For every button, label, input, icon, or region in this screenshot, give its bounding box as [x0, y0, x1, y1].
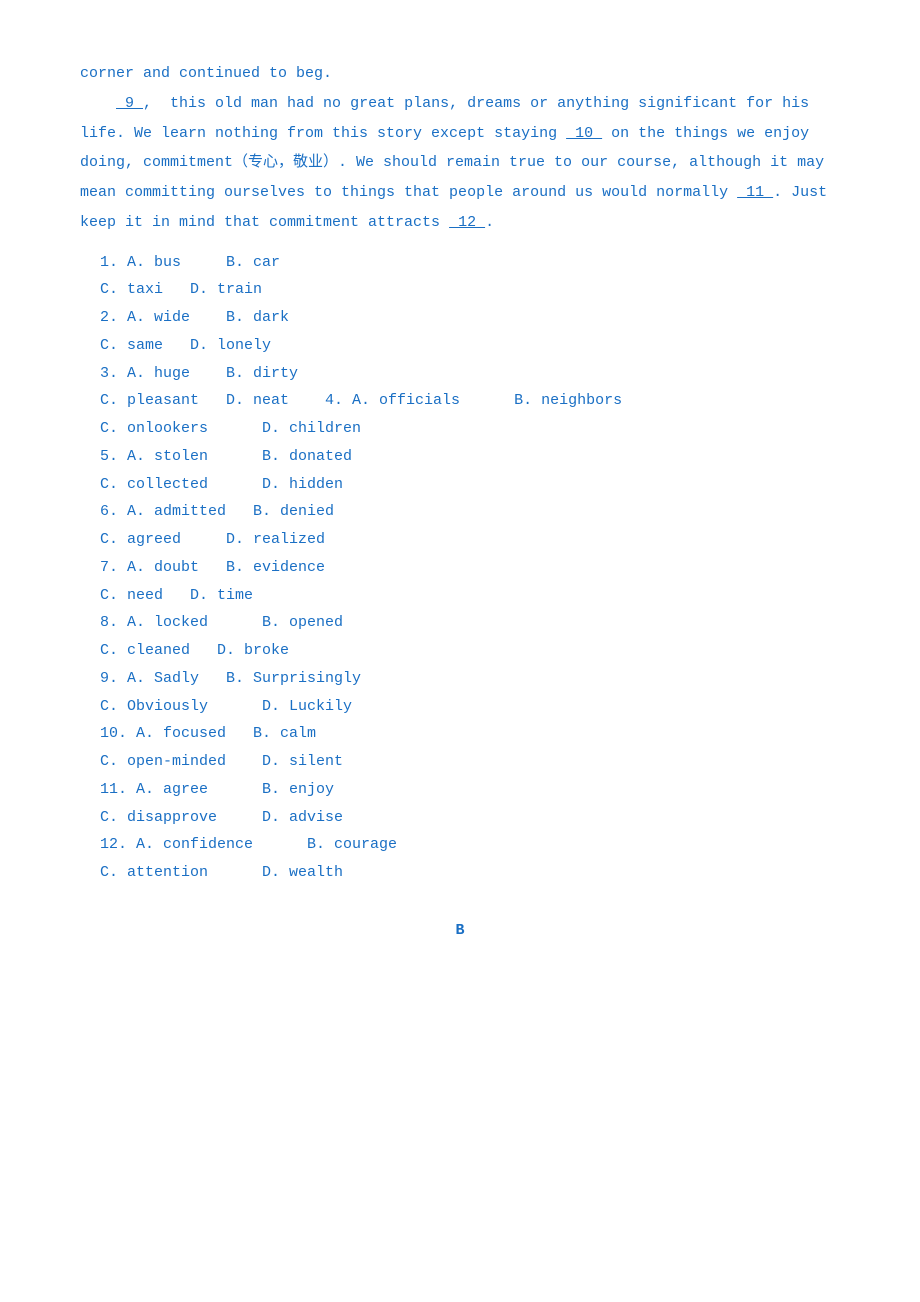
q9-cd: C. Obviously D. Luckily: [80, 693, 840, 721]
q3-cd-q4-ab-text: C. pleasant D. neat 4. A. officials B. n…: [100, 392, 622, 409]
q10-cd-text: C. open-minded D. silent: [100, 753, 343, 770]
q8-ab: 8. A. locked B. opened: [80, 609, 840, 637]
q11-ab-text: 11. A. agree B. enjoy: [100, 781, 334, 798]
page-marker: B: [80, 917, 840, 945]
intro-para1-1: 9 , this old man had no great plans, dre…: [80, 90, 840, 118]
q4-cd-text: C. onlookers D. children: [100, 420, 361, 437]
q6-ab-text: 6. A. admitted B. denied: [100, 503, 334, 520]
q3-ab: 3. A. huge B. dirty: [80, 360, 840, 388]
q12-ab-text: 12. A. confidence B. courage: [100, 836, 397, 853]
q3-cd-q4-ab: C. pleasant D. neat 4. A. officials B. n…: [80, 387, 840, 415]
q7-cd-text: C. need D. time: [100, 587, 253, 604]
q1-ab: 1. A. bus B. car: [80, 249, 840, 277]
content-area: corner and continued to beg. 9 , this ol…: [80, 60, 840, 945]
q1-cd-text: C. taxi D. train: [100, 281, 262, 298]
q10-ab: 10. A. focused B. calm: [80, 720, 840, 748]
intro-block: corner and continued to beg. 9 , this ol…: [80, 60, 840, 237]
q6-cd: C. agreed D. realized: [80, 526, 840, 554]
q2-cd: C. same D. lonely: [80, 332, 840, 360]
intro-para1-4: mean committing ourselves to things that…: [80, 179, 840, 207]
q11-ab: 11. A. agree B. enjoy: [80, 776, 840, 804]
q9-cd-text: C. Obviously D. Luckily: [100, 698, 352, 715]
q5-cd-text: C. collected D. hidden: [100, 476, 343, 493]
blank-11: 11: [737, 184, 773, 201]
q5-ab-text: 5. A. stolen B. donated: [100, 448, 352, 465]
q2-cd-text: C. same D. lonely: [100, 337, 271, 354]
intro-line1: corner and continued to beg.: [80, 60, 840, 88]
q3-ab-text: 3. A. huge B. dirty: [100, 365, 298, 382]
q6-ab: 6. A. admitted B. denied: [80, 498, 840, 526]
q10-cd: C. open-minded D. silent: [80, 748, 840, 776]
q8-cd-text: C. cleaned D. broke: [100, 642, 289, 659]
q12-cd: C. attention D. wealth: [80, 859, 840, 887]
q5-ab: 5. A. stolen B. donated: [80, 443, 840, 471]
q8-cd: C. cleaned D. broke: [80, 637, 840, 665]
q7-cd: C. need D. time: [80, 582, 840, 610]
q8-ab-text: 8. A. locked B. opened: [100, 614, 343, 631]
q12-ab: 12. A. confidence B. courage: [80, 831, 840, 859]
q7-ab-text: 7. A. doubt B. evidence: [100, 559, 325, 576]
q10-ab-text: 10. A. focused B. calm: [100, 725, 316, 742]
q4-cd: C. onlookers D. children: [80, 415, 840, 443]
q7-ab: 7. A. doubt B. evidence: [80, 554, 840, 582]
q1-num: 1. A. bus B. car: [100, 254, 280, 271]
blank-12: 12: [449, 214, 485, 231]
intro-para1-5: keep it in mind that commitment attracts…: [80, 209, 840, 237]
intro-para1-3: doing, commitment（专心，敬业）. We should rema…: [80, 149, 840, 177]
intro-para1-2: life. We learn nothing from this story e…: [80, 120, 840, 148]
q2-ab-text: 2. A. wide B. dark: [100, 309, 289, 326]
q6-cd-text: C. agreed D. realized: [100, 531, 325, 548]
blank-9: 9: [116, 95, 143, 112]
blank-10: 10: [566, 125, 602, 142]
q11-cd-text: C. disapprove D. advise: [100, 809, 343, 826]
q9-ab-text: 9. A. Sadly B. Surprisingly: [100, 670, 361, 687]
q1-cd: C. taxi D. train: [80, 276, 840, 304]
options-section: 1. A. bus B. car C. taxi D. train 2. A. …: [80, 249, 840, 887]
q2-ab: 2. A. wide B. dark: [80, 304, 840, 332]
q11-cd: C. disapprove D. advise: [80, 804, 840, 832]
q9-ab: 9. A. Sadly B. Surprisingly: [80, 665, 840, 693]
q12-cd-text: C. attention D. wealth: [100, 864, 343, 881]
q5-cd: C. collected D. hidden: [80, 471, 840, 499]
